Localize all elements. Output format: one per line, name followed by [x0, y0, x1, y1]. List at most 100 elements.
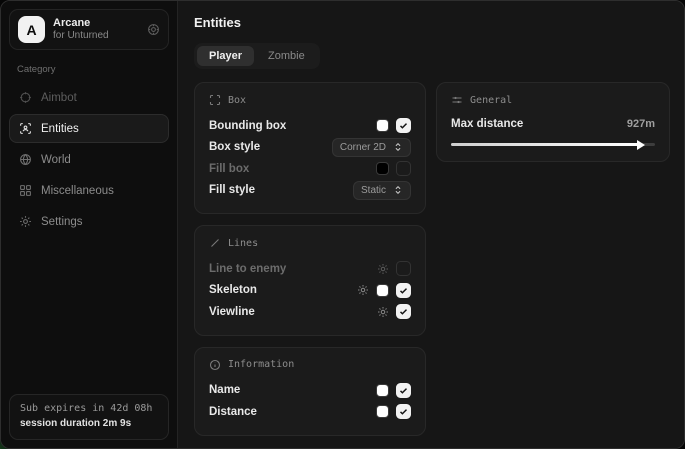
max-distance-row: Max distance 927m [451, 115, 655, 133]
box-card-title-text: Box [228, 95, 246, 106]
sidebar-item-world[interactable]: World [9, 145, 169, 174]
sidebar-nav: Aimbot Entities World Miscellaneous [9, 83, 169, 236]
slider-fill [451, 143, 639, 147]
name-color-swatch[interactable] [376, 384, 389, 397]
sidebar-item-entities[interactable]: Entities [9, 114, 169, 143]
box-style-value: Corner 2D [340, 142, 386, 153]
distance-row: Distance [209, 401, 411, 423]
lines-card-title-text: Lines [228, 238, 258, 249]
viewline-controls [377, 304, 411, 319]
app-avatar: A [18, 16, 45, 43]
app-subtitle: for Unturned [53, 30, 139, 42]
box-style-row: Box style Corner 2D [209, 137, 411, 159]
max-distance-slider[interactable] [451, 140, 655, 149]
scan-person-icon [19, 122, 32, 135]
settings-icon[interactable] [147, 23, 160, 36]
skeleton-checkbox[interactable] [396, 283, 411, 298]
distance-checkbox[interactable] [396, 404, 411, 419]
sub-expiry-text: Sub expires in 42d 08h [20, 402, 158, 417]
sidebar-item-miscellaneous[interactable]: Miscellaneous [9, 176, 169, 205]
left-column: Box Bounding box Box style [194, 82, 426, 436]
viewline-row: Viewline [209, 301, 411, 323]
information-card-title-text: Information [228, 359, 294, 370]
skeleton-color-swatch[interactable] [376, 284, 389, 297]
globe-icon [19, 153, 32, 166]
skeleton-row: Skeleton [209, 280, 411, 302]
main-panel: Entities Player Zombie Box Bounding box [177, 1, 684, 448]
fill-box-label: Fill box [209, 163, 376, 175]
content-columns: Box Bounding box Box style [194, 82, 670, 436]
check-icon [399, 121, 408, 130]
sidebar-item-label: World [41, 154, 71, 166]
right-column: General Max distance 927m [436, 82, 670, 162]
chevrons-up-down-icon [393, 142, 403, 152]
grid-icon [19, 184, 32, 197]
fill-box-row: Fill box [209, 158, 411, 180]
bounding-box-color-swatch[interactable] [376, 119, 389, 132]
fill-style-dropdown[interactable]: Static [353, 181, 411, 200]
viewline-checkbox[interactable] [396, 304, 411, 319]
box-card-title: Box [209, 94, 411, 106]
box-card: Box Bounding box Box style [194, 82, 426, 214]
name-label: Name [209, 384, 376, 396]
crosshair-icon [19, 91, 32, 104]
tab-player[interactable]: Player [197, 46, 254, 66]
sliders-icon [451, 94, 463, 106]
category-label: Category [17, 64, 161, 75]
box-style-controls: Corner 2D [332, 138, 411, 157]
sidebar: A Arcane for Unturned Category Aimbot [1, 1, 177, 448]
app-titles: Arcane for Unturned [53, 17, 139, 41]
app-name: Arcane [53, 17, 139, 30]
bounding-box-checkbox[interactable] [396, 118, 411, 133]
app-header: A Arcane for Unturned [9, 9, 169, 50]
tab-zombie[interactable]: Zombie [256, 46, 317, 66]
information-card-title: Information [209, 359, 411, 371]
general-card: General Max distance 927m [436, 82, 670, 162]
general-card-title-text: General [470, 95, 512, 106]
box-style-dropdown[interactable]: Corner 2D [332, 138, 411, 157]
page-title: Entities [194, 15, 670, 30]
slider-thumb[interactable] [637, 140, 645, 150]
subscription-status: Sub expires in 42d 08h session duration … [9, 394, 169, 440]
distance-label: Distance [209, 406, 376, 418]
gear-icon [19, 215, 32, 228]
sidebar-spacer [9, 236, 169, 394]
gear-icon[interactable] [377, 306, 389, 318]
name-checkbox[interactable] [396, 383, 411, 398]
session-duration-text: session duration 2m 9s [20, 417, 158, 432]
sidebar-item-label: Miscellaneous [41, 185, 114, 197]
skeleton-label: Skeleton [209, 284, 357, 296]
fill-box-controls [376, 161, 411, 176]
box-style-label: Box style [209, 141, 332, 153]
lines-card-title: Lines [209, 237, 411, 249]
gear-icon[interactable] [357, 284, 369, 296]
chevrons-up-down-icon [393, 185, 403, 195]
diagonal-line-icon [209, 237, 221, 249]
fill-style-controls: Static [353, 181, 411, 200]
line-to-enemy-checkbox[interactable] [396, 261, 411, 276]
sidebar-item-aimbot[interactable]: Aimbot [9, 83, 169, 112]
sidebar-item-label: Settings [41, 216, 83, 228]
information-card: Information Name Distance [194, 347, 426, 436]
fill-box-checkbox[interactable] [396, 161, 411, 176]
sidebar-item-settings[interactable]: Settings [9, 207, 169, 236]
line-to-enemy-label: Line to enemy [209, 263, 377, 275]
general-card-title: General [451, 94, 655, 106]
name-controls [376, 383, 411, 398]
info-icon [209, 359, 221, 371]
line-to-enemy-row: Line to enemy [209, 258, 411, 280]
line-to-enemy-controls [377, 261, 411, 276]
bounding-box-row: Bounding box [209, 115, 411, 137]
entity-tabbar: Player Zombie [194, 43, 320, 69]
max-distance-value: 927m [627, 118, 655, 130]
fill-style-row: Fill style Static [209, 180, 411, 202]
gear-icon[interactable] [377, 263, 389, 275]
sidebar-item-label: Entities [41, 123, 79, 135]
lines-card: Lines Line to enemy [194, 225, 426, 336]
sidebar-item-label: Aimbot [41, 92, 77, 104]
distance-color-swatch[interactable] [376, 405, 389, 418]
check-icon [399, 386, 408, 395]
app-window: A Arcane for Unturned Category Aimbot [0, 0, 685, 449]
fill-box-color-swatch[interactable] [376, 162, 389, 175]
viewline-label: Viewline [209, 306, 377, 318]
